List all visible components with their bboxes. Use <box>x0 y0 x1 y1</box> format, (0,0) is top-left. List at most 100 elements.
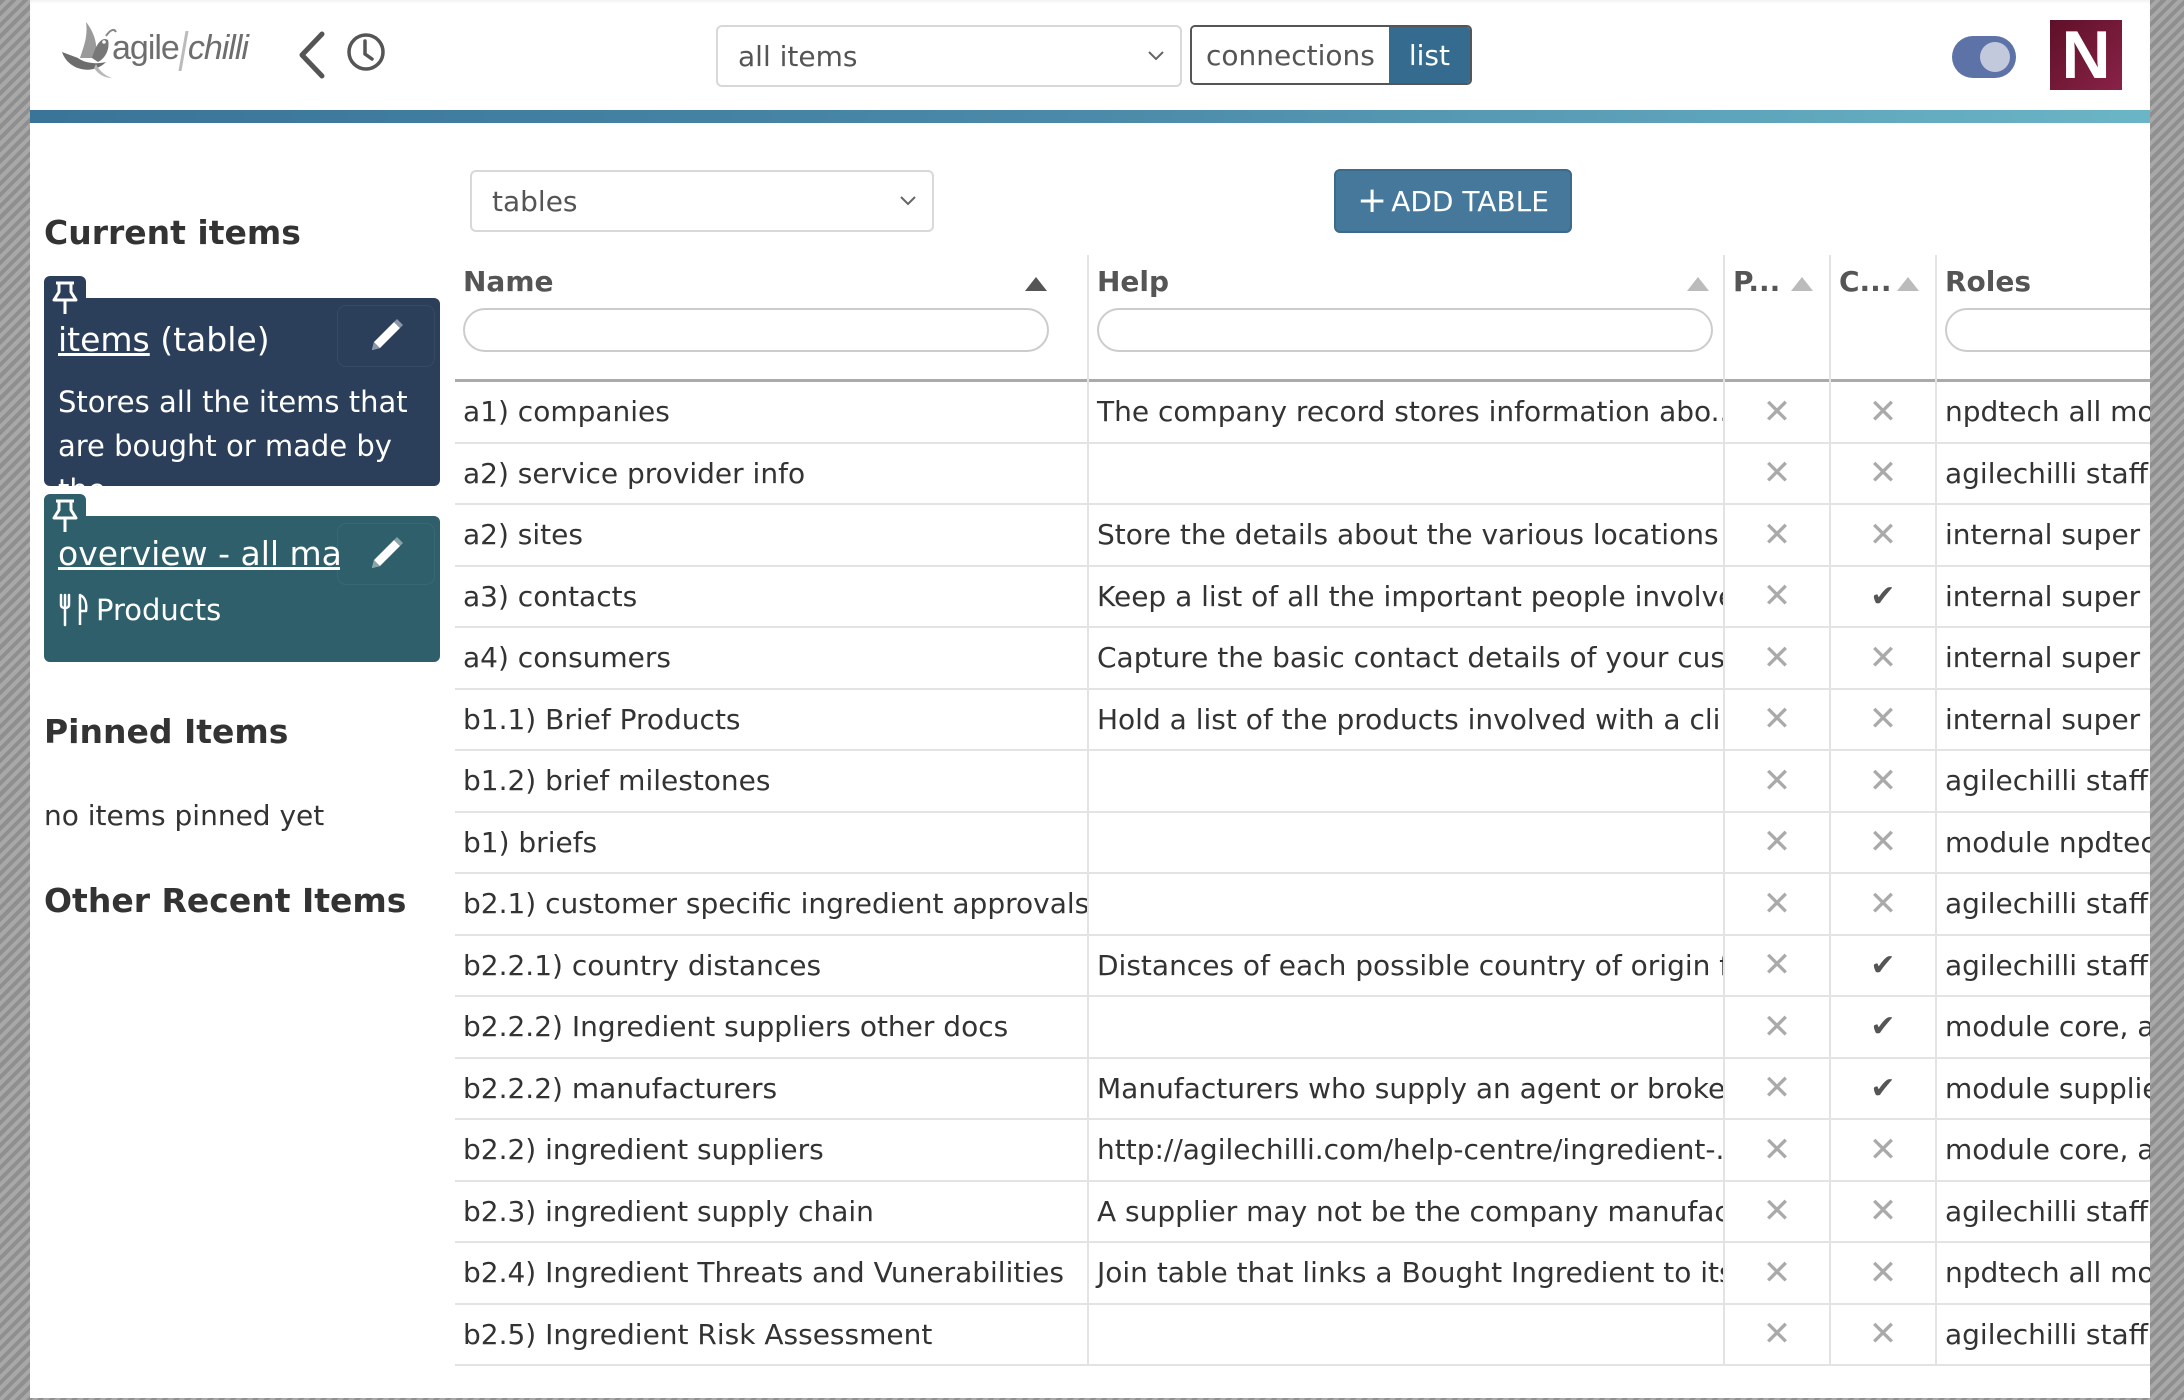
sort-asc-icon[interactable] <box>1897 277 1919 291</box>
cell-c: ✕ <box>1829 689 1935 749</box>
cell-name[interactable]: a2) sites <box>455 505 1087 565</box>
cross-icon: ✕ <box>1868 699 1898 740</box>
sort-asc-icon[interactable] <box>1687 277 1709 291</box>
cross-icon: ✕ <box>1868 453 1898 494</box>
table-row[interactable]: a4) consumers Capture the basic contact d… <box>455 628 2150 690</box>
cross-icon: ✕ <box>1762 945 1792 986</box>
cell-name[interactable]: b1.2) brief milestones <box>455 751 1087 811</box>
column-label[interactable]: Roles <box>1945 265 2031 298</box>
page: agile chilli all items connections list N… <box>30 0 2150 1398</box>
card-category: Products <box>96 593 222 627</box>
table-row[interactable]: b2.2.2) Ingredient suppliers other docs ✕… <box>455 997 2150 1059</box>
cross-icon: ✕ <box>1762 699 1792 740</box>
cell-help <box>1087 812 1723 872</box>
scope-select[interactable]: all items <box>716 25 1182 87</box>
item-type-select[interactable]: tables <box>470 170 934 232</box>
cell-name[interactable]: b2.2.1) country distances <box>455 936 1087 996</box>
cell-p: ✕ <box>1723 997 1829 1057</box>
table-row[interactable]: a2) service provider info ✕ ✕ agilechilli s… <box>455 443 2150 505</box>
brand-logo-badge[interactable]: N <box>2050 20 2122 90</box>
cross-icon: ✕ <box>1762 760 1792 801</box>
name-filter-input[interactable] <box>463 308 1049 352</box>
cell-name[interactable]: b2.3) ingredient supply chain <box>455 1182 1087 1242</box>
cell-p: ✕ <box>1723 382 1829 442</box>
cell-name[interactable]: b2.2.2) Ingredient suppliers other docs <box>455 997 1087 1057</box>
cell-help: The company record stores information ab… <box>1087 382 1723 442</box>
edit-button[interactable] <box>338 306 434 366</box>
cell-name[interactable]: b2.4) Ingredient Threats and Vunerabilit… <box>455 1243 1087 1303</box>
logo-text-chilli: chilli <box>187 29 249 68</box>
cell-help <box>1087 751 1723 811</box>
cell-roles: internal super use <box>1935 628 2150 688</box>
checkmark-icon: ✔ <box>1870 1009 1896 1045</box>
table-row[interactable]: b2.4) Ingredient Threats and Vunerabilit… <box>455 1243 2150 1305</box>
sort-asc-icon[interactable] <box>1791 277 1813 291</box>
column-label[interactable]: P... <box>1733 265 1780 298</box>
cell-name[interactable]: b2.5) Ingredient Risk Assessment <box>455 1305 1087 1365</box>
logo-text-agile: agile <box>112 29 180 68</box>
current-item-card: items (table) Stores all the items that … <box>44 276 440 507</box>
table-row[interactable]: a1) companies The company record stores i… <box>455 382 2150 444</box>
table-row[interactable]: b1.1) Brief Products Hold a list of the p… <box>455 689 2150 751</box>
view-list-button[interactable]: list <box>1388 27 1470 83</box>
cross-icon: ✕ <box>1868 822 1898 863</box>
clock-icon[interactable] <box>346 32 386 72</box>
cell-name[interactable]: a4) consumers <box>455 628 1087 688</box>
chevron-down-icon <box>900 196 916 206</box>
app-logo[interactable]: agile chilli <box>58 18 249 82</box>
edit-button[interactable] <box>338 524 434 584</box>
pinned-empty-text: no items pinned yet <box>44 799 325 832</box>
table-row[interactable]: b1) briefs ✕ ✕ module npdtech b <box>455 812 2150 874</box>
cell-c: ✔ <box>1829 997 1935 1057</box>
table-row[interactable]: b2.2.1) country distances Distances of ea… <box>455 935 2150 997</box>
pencil-icon <box>372 319 403 350</box>
cross-icon: ✕ <box>1762 1006 1792 1047</box>
sort-asc-icon[interactable] <box>1025 277 1047 291</box>
table-row[interactable]: b2.2.2) manufacturers Manufacturers who s… <box>455 1058 2150 1120</box>
cell-name[interactable]: b2.1) customer specific ingredient appro… <box>455 874 1087 934</box>
table-row[interactable]: a2) sites Store the details about the var… <box>455 505 2150 567</box>
table-header: Name Help P... C... Roles <box>455 255 2150 382</box>
current-item-card: overview - all mac Products <box>44 494 440 662</box>
cell-roles: internal super use <box>1935 689 2150 749</box>
cell-help: Manufacturers who supply an agent or bro… <box>1087 1058 1723 1118</box>
chevron-left-icon[interactable] <box>292 30 332 80</box>
table-row[interactable]: b2.5) Ingredient Risk Assessment ✕ ✕ agilec… <box>455 1304 2150 1366</box>
cell-help: A supplier may not be the company manufa… <box>1087 1181 1723 1241</box>
table-row[interactable]: b2.2) ingredient suppliers http://agilech… <box>455 1120 2150 1182</box>
cell-help <box>1087 997 1723 1057</box>
column-label[interactable]: C... <box>1839 265 1891 298</box>
add-table-button[interactable]: + ADD TABLE <box>1334 169 1572 233</box>
cross-icon: ✕ <box>1762 1068 1792 1109</box>
pin-button[interactable] <box>44 276 86 316</box>
cell-name[interactable]: b1.1) Brief Products <box>455 690 1087 750</box>
roles-filter-input[interactable] <box>1945 308 2150 352</box>
cell-name[interactable]: b2.2.2) manufacturers <box>455 1059 1087 1119</box>
cross-icon: ✕ <box>1762 453 1792 494</box>
pencil-icon <box>372 537 403 568</box>
cell-name[interactable]: a1) companies <box>455 382 1087 442</box>
table-row[interactable]: b1.2) brief milestones ✕ ✕ agilechilli staf… <box>455 751 2150 813</box>
cell-name[interactable]: a3) contacts <box>455 567 1087 627</box>
view-connections-button[interactable]: connections <box>1192 27 1389 83</box>
cell-name[interactable]: a2) service provider info <box>455 444 1087 504</box>
table-row[interactable]: a3) contacts Keep a list of all the impor… <box>455 566 2150 628</box>
view-toggle: connections list <box>1190 25 1472 85</box>
cross-icon: ✕ <box>1762 1314 1792 1355</box>
cell-name[interactable]: b2.2) ingredient suppliers <box>455 1120 1087 1180</box>
cell-roles: module npdtech b <box>1935 812 2150 872</box>
cell-name[interactable]: b1) briefs <box>455 813 1087 873</box>
cell-p: ✕ <box>1723 628 1829 688</box>
column-label[interactable]: Help <box>1097 265 1169 298</box>
help-filter-input[interactable] <box>1097 308 1713 352</box>
card-title-link[interactable]: items <box>58 320 150 359</box>
table-row[interactable]: b2.3) ingredient supply chain A supplier … <box>455 1181 2150 1243</box>
cell-p: ✕ <box>1723 812 1829 872</box>
pin-button[interactable] <box>44 494 86 534</box>
card-title-link[interactable]: overview - all mac <box>58 534 340 573</box>
cross-icon: ✕ <box>1762 1129 1792 1170</box>
theme-toggle-switch[interactable] <box>1952 36 2016 78</box>
column-label[interactable]: Name <box>463 265 554 298</box>
cell-help: http://agilechilli.com/help-centre/ingre… <box>1087 1120 1723 1180</box>
table-row[interactable]: b2.1) customer specific ingredient appro… <box>455 874 2150 936</box>
